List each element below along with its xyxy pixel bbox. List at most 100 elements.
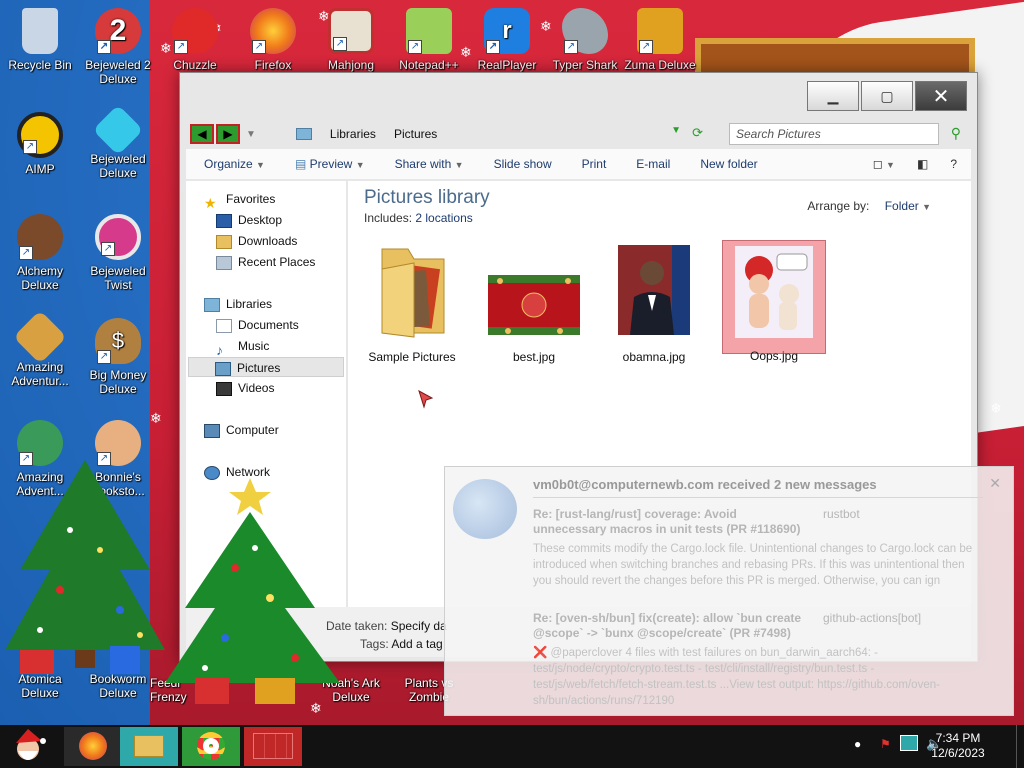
desktop-icon-bejeweled2[interactable]: 2 ↗ Bejeweled 2 Deluxe bbox=[78, 8, 158, 86]
desktop-icon-label: Bejeweled 2 Deluxe bbox=[85, 58, 151, 86]
arrange-by-dropdown[interactable]: Folder ▼ bbox=[885, 199, 931, 213]
desktop-icon-label: Mahjong bbox=[327, 58, 375, 72]
santa-start-icon[interactable] bbox=[0, 727, 60, 766]
message-from-1: rustbot bbox=[823, 507, 860, 521]
mail-notification[interactable]: vm0b0t@computernewb.com received 2 new m… bbox=[444, 466, 1014, 716]
breadcrumb-pictures[interactable]: Pictures bbox=[394, 127, 437, 141]
nav-label: Music bbox=[238, 339, 270, 353]
desktop-icon-zuma[interactable]: ↗ Zuma Deluxe bbox=[620, 8, 700, 72]
nav-videos[interactable]: Videos bbox=[216, 378, 274, 398]
breadcrumb-libraries[interactable]: Libraries bbox=[330, 127, 376, 141]
desktop-icon-mahjong[interactable]: ↗ Mahjong bbox=[311, 8, 391, 72]
desktop-icon-firefox[interactable]: ↗ Firefox bbox=[233, 8, 313, 72]
search-input[interactable]: Search Pictures bbox=[729, 123, 939, 145]
firefox-taskbar-icon[interactable] bbox=[64, 727, 122, 766]
desktop-icon-label: Recycle Bin bbox=[8, 58, 72, 72]
desktop-icon-recycle-bin[interactable]: Recycle Bin bbox=[0, 8, 80, 72]
share-with-button[interactable]: Share with ▼ bbox=[395, 157, 464, 171]
folder-icon bbox=[381, 248, 445, 338]
close-icon: ✕ bbox=[932, 85, 950, 108]
minimize-button[interactable]: ▁ bbox=[807, 81, 859, 111]
desktop-icon-label: Amazing Adventur... bbox=[11, 360, 69, 388]
maximize-icon: ▢ bbox=[880, 87, 894, 104]
amazing-adventures-icon bbox=[13, 310, 67, 364]
email-button[interactable]: E-mail bbox=[636, 157, 670, 171]
nav-desktop[interactable]: Desktop bbox=[216, 210, 282, 230]
print-button[interactable]: Print bbox=[582, 157, 607, 171]
nav-libraries[interactable]: Libraries bbox=[204, 294, 272, 314]
chuzzle-icon: ↗ bbox=[172, 8, 218, 54]
slide-show-button[interactable]: Slide show bbox=[494, 157, 552, 171]
file-item-obamna-jpg[interactable]: obamna.jpg bbox=[602, 241, 706, 364]
desktop-icon-label: Alchemy Deluxe bbox=[16, 264, 63, 292]
close-button[interactable]: ✕ bbox=[915, 81, 967, 111]
address-bar: ◀ ▶ ▼ Libraries Pictures ▼ ⟳ Search Pict… bbox=[190, 121, 967, 147]
message-body-2: ❌ @paperclover 4 files with test failure… bbox=[533, 647, 940, 707]
tray-dot-icon[interactable]: ● bbox=[854, 737, 861, 751]
file-item-sample-pictures[interactable]: Sample Pictures bbox=[360, 241, 464, 364]
action-center-flag-icon[interactable]: ⚑ bbox=[880, 737, 891, 751]
back-button[interactable]: ◀ bbox=[190, 124, 214, 144]
file-name: obamna.jpg bbox=[622, 350, 686, 364]
libraries-icon bbox=[204, 297, 220, 312]
videos-icon bbox=[216, 381, 232, 396]
nav-documents[interactable]: Documents bbox=[216, 315, 299, 335]
forward-arrow-icon: ▶ bbox=[223, 127, 233, 141]
chevron-down-icon: ▼ bbox=[256, 160, 265, 170]
desktop-icon-typer-shark[interactable]: ↗ Typer Shark bbox=[545, 8, 625, 72]
change-view-icon[interactable]: ◻ ▼ bbox=[873, 157, 895, 171]
tags-value[interactable]: Add a tag bbox=[391, 637, 442, 651]
desktop-icon-label: Bejeweled Twist bbox=[90, 264, 146, 292]
firefox-icon bbox=[79, 732, 107, 760]
nav-pictures[interactable]: Pictures bbox=[188, 357, 344, 377]
message-subject-1[interactable]: Re: [rust-lang/rust] coverage: Avoid unn… bbox=[533, 507, 803, 537]
preview-pane-icon[interactable]: ◧ bbox=[917, 157, 928, 171]
desktop-icon-big-money[interactable]: $ ↗ Big Money Deluxe bbox=[78, 318, 158, 396]
help-button[interactable]: ? bbox=[950, 157, 957, 171]
address-dropdown-icon[interactable]: ▼ bbox=[671, 125, 681, 136]
preview-button[interactable]: ▤ Preview ▼ bbox=[295, 157, 365, 171]
file-item-best-jpg[interactable]: best.jpg bbox=[482, 241, 586, 364]
nav-downloads[interactable]: Downloads bbox=[216, 231, 297, 251]
nav-music[interactable]: ♪ Music bbox=[216, 336, 270, 358]
clock[interactable]: 7:34 PM 12/6/2023 bbox=[928, 731, 988, 761]
nav-favorites[interactable]: ★ Favorites bbox=[204, 189, 275, 211]
desktop-icon-realplayer[interactable]: r ↗ RealPlayer bbox=[467, 8, 547, 72]
desktop-icon-bejeweled[interactable]: Bejeweled Deluxe bbox=[78, 104, 158, 180]
nav-label: Documents bbox=[238, 318, 299, 332]
includes-locations-link[interactable]: 2 locations bbox=[415, 211, 472, 225]
desktop-icon-notepadpp[interactable]: ↗ Notepad++ bbox=[389, 8, 469, 72]
desktop-icon-alchemy[interactable]: ↗ Alchemy Deluxe bbox=[0, 214, 80, 292]
nav-label: Recent Places bbox=[238, 255, 316, 269]
file-item-oops-jpg[interactable]: Oops.jpg bbox=[722, 240, 826, 363]
firefox-icon: ↗ bbox=[250, 8, 296, 54]
desktop-icon-label: Notepad++ bbox=[399, 58, 459, 72]
organize-label: Organize bbox=[204, 157, 253, 171]
recent-pages-dropdown-icon[interactable]: ▼ bbox=[246, 129, 256, 140]
network-tray-icon[interactable] bbox=[900, 735, 918, 751]
bejeweled-icon bbox=[92, 104, 144, 156]
desktop-icon-chuzzle[interactable]: ↗ Chuzzle bbox=[155, 8, 235, 72]
refresh-icon[interactable]: ⟳ bbox=[692, 125, 703, 141]
forward-button[interactable]: ▶ bbox=[216, 124, 240, 144]
chrome-taskbar-icon[interactable] bbox=[182, 727, 240, 766]
notification-close-icon[interactable]: ✕ bbox=[989, 475, 1001, 492]
red-window-taskbar-icon[interactable] bbox=[244, 727, 302, 766]
message-subject-2[interactable]: Re: [oven-sh/bun] fix(create): allow `bu… bbox=[533, 611, 803, 641]
organize-button[interactable]: Organize ▼ bbox=[204, 157, 265, 171]
clock-time: 7:34 PM bbox=[935, 731, 981, 745]
nav-computer[interactable]: Computer bbox=[204, 420, 279, 440]
new-folder-button[interactable]: New folder bbox=[700, 157, 757, 171]
bejeweled2-icon: 2 ↗ bbox=[95, 8, 141, 54]
chevron-down-icon: ▼ bbox=[454, 160, 464, 170]
search-icon[interactable]: ⚲ bbox=[951, 125, 961, 142]
file-name: best.jpg bbox=[512, 350, 556, 364]
desktop-icon-bejeweled-twist[interactable]: ↗ Bejeweled Twist bbox=[78, 214, 158, 292]
desktop-icon-aimp[interactable]: ↗ AIMP bbox=[0, 112, 80, 176]
explorer-taskbar-icon[interactable] bbox=[120, 727, 178, 766]
nav-recent-places[interactable]: Recent Places bbox=[216, 252, 315, 272]
show-desktop-button[interactable] bbox=[1016, 725, 1024, 768]
desktop-icon-amazing-adventures[interactable]: Amazing Adventur... bbox=[0, 310, 80, 388]
date-taken-value[interactable]: Specify da bbox=[391, 619, 447, 633]
maximize-button[interactable]: ▢ bbox=[861, 81, 913, 111]
